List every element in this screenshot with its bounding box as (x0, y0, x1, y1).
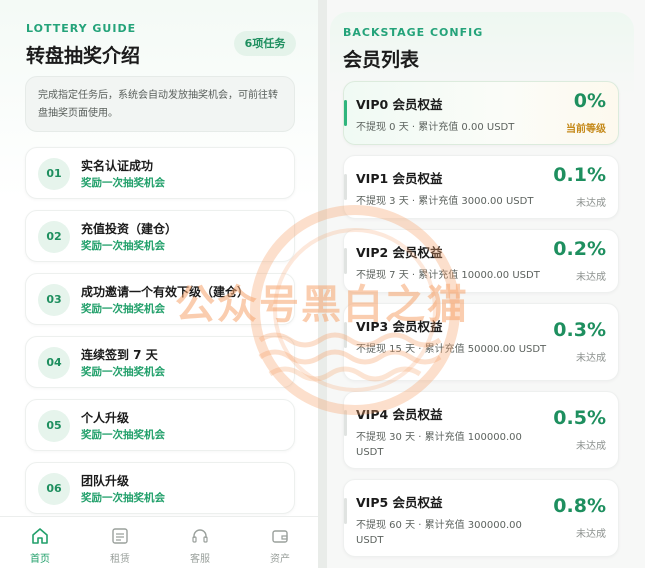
vip-requirement: 不提现 30 天 · 累计充值 100000.00 USDT (356, 432, 522, 458)
task-name: 个人升级 (81, 411, 130, 425)
home-icon (32, 528, 48, 544)
member-eyebrow: BACKSTAGE CONFIG (343, 26, 484, 39)
task-number: 03 (38, 284, 70, 316)
vip-title: VIP4 会员权益 (356, 407, 443, 422)
task-reward: 奖励一次抽奖机会 (81, 492, 165, 504)
vip-card-5[interactable]: VIP5 会员权益 不提现 60 天 · 累计充值 300000.00 USDT… (343, 479, 619, 557)
vip-rate: 0.3% (553, 319, 606, 341)
vip-rate: 0.1% (553, 164, 606, 186)
task-number: 05 (38, 410, 70, 442)
task-item[interactable]: 01 实名认证成功 奖励一次抽奖机会 (25, 147, 295, 199)
task-count-badge: 6项任务 (234, 31, 296, 56)
task-name: 连续签到 7 天 (81, 348, 158, 362)
vip-indicator (344, 410, 347, 436)
vip-card-2[interactable]: VIP2 会员权益 不提现 7 天 · 累计充值 10000.00 USDT 0… (343, 229, 619, 293)
vip-title: VIP2 会员权益 (356, 245, 443, 260)
vip-indicator (344, 174, 347, 200)
vip-rate: 0.8% (553, 495, 606, 517)
vip-indicator (344, 100, 347, 126)
task-item[interactable]: 04 连续签到 7 天 奖励一次抽奖机会 (25, 336, 295, 388)
lottery-eyebrow: LOTTERY GUIDE (26, 22, 137, 35)
tab-assets[interactable]: 资产 (240, 517, 318, 568)
lottery-title: 转盘抽奖介绍 (26, 45, 141, 67)
tab-label: 首页 (30, 554, 50, 565)
vip-requirement: 不提现 15 天 · 累计充值 50000.00 USDT (356, 344, 547, 355)
task-item[interactable]: 06 团队升级 奖励一次抽奖机会 (25, 462, 295, 514)
tab-service[interactable]: 客服 (160, 517, 240, 568)
vip-status: 未达成 (576, 272, 606, 283)
task-reward: 奖励一次抽奖机会 (81, 429, 165, 441)
vip-indicator (344, 322, 347, 348)
vip-status: 未达成 (576, 353, 606, 364)
vip-title: VIP0 会员权益 (356, 97, 443, 112)
tab-label: 租赁 (110, 554, 130, 565)
vip-card-1[interactable]: VIP1 会员权益 不提现 3 天 · 累计充值 3000.00 USDT 0.… (343, 155, 619, 219)
tab-home[interactable]: 首页 (0, 517, 80, 568)
headset-icon (192, 529, 208, 543)
vip-indicator (344, 498, 347, 524)
member-title: 会员列表 (343, 49, 420, 71)
task-item[interactable]: 03 成功邀请一个有效下级（建仓） 奖励一次抽奖机会 (25, 273, 295, 325)
vip-rate: 0.5% (553, 407, 606, 429)
vip-requirement: 不提现 3 天 · 累计充值 3000.00 USDT (356, 196, 534, 207)
task-name: 实名认证成功 (81, 159, 154, 173)
vip-card-3[interactable]: VIP3 会员权益 不提现 15 天 · 累计充值 50000.00 USDT … (343, 303, 619, 381)
vip-card-0[interactable]: VIP0 会员权益 不提现 0 天 · 累计充值 0.00 USDT 0% 当前… (343, 81, 619, 145)
vip-card-4[interactable]: VIP4 会员权益 不提现 30 天 · 累计充值 100000.00 USDT… (343, 391, 619, 469)
task-number: 04 (38, 347, 70, 379)
vip-title: VIP3 会员权益 (356, 319, 443, 334)
lottery-notice: 完成指定任务后，系统会自动发放抽奖机会，可前往转盘抽奖页面使用。 (25, 76, 295, 132)
wallet-icon (272, 530, 288, 543)
task-name: 成功邀请一个有效下级（建仓） (81, 285, 250, 299)
task-reward: 奖励一次抽奖机会 (81, 177, 165, 189)
task-name: 团队升级 (81, 474, 130, 488)
tab-label: 资产 (270, 554, 290, 565)
task-number: 02 (38, 221, 70, 253)
lottery-guide-panel: LOTTERY GUIDE 转盘抽奖介绍 6项任务 完成指定任务后，系统会自动发… (0, 0, 318, 568)
vip-status: 未达成 (576, 441, 606, 452)
vip-status: 未达成 (576, 198, 606, 209)
bottom-tab-bar: 首页 租赁 客服 资产 (0, 516, 318, 568)
vip-requirement: 不提现 0 天 · 累计充值 0.00 USDT (356, 122, 515, 133)
lease-icon (112, 528, 128, 544)
task-name: 充值投资（建仓） (81, 222, 178, 236)
task-reward: 奖励一次抽奖机会 (81, 366, 165, 378)
vip-indicator (344, 248, 347, 274)
task-number: 01 (38, 158, 70, 190)
task-reward: 奖励一次抽奖机会 (81, 303, 165, 315)
vip-rate: 0% (573, 90, 606, 112)
vip-title: VIP1 会员权益 (356, 171, 443, 186)
vip-title: VIP5 会员权益 (356, 495, 443, 510)
task-number: 06 (38, 473, 70, 505)
task-item[interactable]: 05 个人升级 奖励一次抽奖机会 (25, 399, 295, 451)
vip-status: 当前等级 (566, 124, 606, 135)
vip-status: 未达成 (576, 529, 606, 540)
tab-label: 客服 (190, 554, 210, 565)
task-reward: 奖励一次抽奖机会 (81, 240, 165, 252)
vip-requirement: 不提现 7 天 · 累计充值 10000.00 USDT (356, 270, 540, 281)
task-item[interactable]: 02 充值投资（建仓） 奖励一次抽奖机会 (25, 210, 295, 262)
vip-requirement: 不提现 60 天 · 累计充值 300000.00 USDT (356, 520, 522, 546)
tab-lease[interactable]: 租赁 (80, 517, 160, 568)
vip-rate: 0.2% (553, 238, 606, 260)
